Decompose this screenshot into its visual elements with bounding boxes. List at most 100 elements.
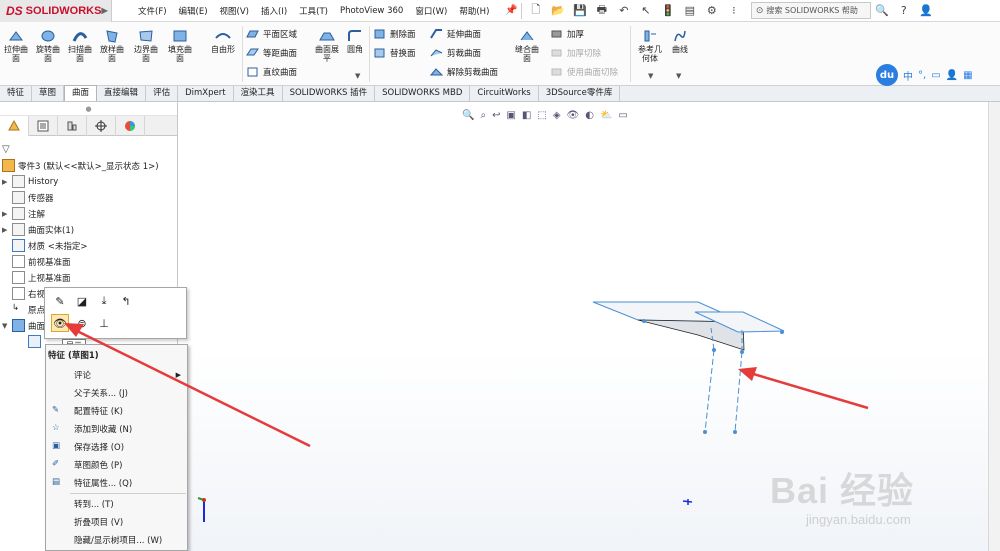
user-icon[interactable]: 👤 bbox=[946, 70, 958, 81]
menu-item-add-favorite[interactable]: ☆ 添加到收藏 (N) bbox=[46, 420, 187, 437]
expand-arrow-icon[interactable]: ▶ bbox=[2, 178, 12, 186]
tree-item-right-plane[interactable]: 右视 bbox=[2, 286, 45, 301]
lofted-surface-button[interactable]: 放样曲 面 bbox=[98, 28, 126, 63]
menu-view[interactable]: 视图(V) bbox=[214, 5, 255, 17]
tab-4[interactable]: 评估 bbox=[146, 86, 179, 101]
menu-insert[interactable]: 插入(I) bbox=[255, 5, 293, 17]
property-manager-tab[interactable] bbox=[29, 116, 58, 136]
tab-3[interactable]: 直接编辑 bbox=[97, 86, 147, 101]
tab-5[interactable]: DimXpert bbox=[178, 86, 234, 101]
logo-arrow-icon[interactable]: ▶ bbox=[101, 6, 107, 15]
menu-item-collapse-items[interactable]: 折叠项目 (V) bbox=[46, 513, 187, 530]
tree-item-front-plane[interactable]: 前视基准面 bbox=[2, 254, 71, 269]
tree-item-sketch1[interactable] bbox=[28, 334, 44, 349]
rollback-icon[interactable]: ↰ bbox=[117, 292, 135, 310]
tree-item-history[interactable]: ▶ History bbox=[2, 174, 58, 189]
chinese-mode-toggle[interactable]: 中 bbox=[903, 68, 913, 83]
edit-sketch-icon[interactable]: ✎ bbox=[51, 292, 69, 310]
boundary-surface-button[interactable]: 边界曲 面 bbox=[132, 28, 160, 63]
filter-icon[interactable]: ▽ bbox=[2, 144, 10, 155]
open-document-icon[interactable]: 📂 bbox=[549, 3, 567, 19]
new-document-icon[interactable]: 🗋 bbox=[527, 3, 545, 19]
tab-6[interactable]: 渲染工具 bbox=[234, 86, 283, 101]
sketch-point[interactable] bbox=[642, 319, 646, 323]
menu-edit[interactable]: 编辑(E) bbox=[173, 5, 214, 17]
select-icon[interactable]: ↖ bbox=[637, 3, 655, 19]
menu-item-comment[interactable]: 评论 ▶ bbox=[46, 366, 187, 383]
undo-icon[interactable]: ↶ bbox=[615, 3, 633, 19]
menu-help[interactable]: 帮助(H) bbox=[453, 5, 495, 17]
file-properties-icon[interactable]: ▤ bbox=[681, 3, 699, 19]
thicken-cut-button[interactable]: 加厚切除 bbox=[550, 47, 601, 59]
menu-file[interactable]: 文件(F) bbox=[132, 5, 173, 17]
tree-item-top-plane[interactable]: 上视基准面 bbox=[2, 270, 71, 285]
freeform-button[interactable]: 自由形 bbox=[205, 28, 241, 54]
extend-surface-button[interactable]: 延伸曲面 bbox=[430, 28, 481, 40]
tree-item-surface-bodies[interactable]: ▶ 曲面实体(1) bbox=[2, 222, 74, 237]
tree-item-material[interactable]: 材质 <未指定> bbox=[2, 238, 87, 253]
tree-item-origin[interactable]: ↳ 原点 bbox=[2, 302, 45, 317]
edit-feature-icon[interactable]: ◪ bbox=[73, 292, 91, 310]
menu-item-parent-child[interactable]: 父子关系... (J) bbox=[46, 384, 187, 401]
dimxpert-manager-tab[interactable] bbox=[87, 116, 116, 136]
help-search-input[interactable]: ⊙ 搜索 SOLIDWORKS 帮助 bbox=[750, 2, 871, 19]
graphics-area[interactable]: 🔍 ⌕ ↩ ▣ ◧ ⬚ ◈ 👁 ◐ ⛅ ▭ ◧ ▭ ⧉ ✕ bbox=[178, 102, 988, 551]
menu-photoview[interactable]: PhotoView 360 bbox=[334, 6, 409, 16]
sketch-point[interactable] bbox=[740, 350, 744, 354]
menu-item-hide-show-tree[interactable]: 隐藏/显示树项目... (W) bbox=[46, 531, 187, 548]
tab-8[interactable]: SOLIDWORKS MBD bbox=[375, 86, 471, 101]
tree-item-sensors[interactable]: 传感器 bbox=[2, 190, 54, 205]
tree-item-annotations[interactable]: ▶ 注解 bbox=[2, 206, 45, 221]
swept-surface-button[interactable]: 扫描曲 面 bbox=[66, 28, 94, 63]
panel-grip[interactable]: ● bbox=[0, 102, 177, 116]
menu-window[interactable]: 窗口(W) bbox=[409, 5, 453, 17]
more-options-icon[interactable]: ⁝ bbox=[725, 3, 743, 19]
chevron-down-icon[interactable]: ▼ bbox=[676, 72, 681, 80]
grid-icon[interactable]: ▦ bbox=[963, 70, 972, 81]
tree-item-surface-feature[interactable]: ▼ 曲面 bbox=[2, 318, 45, 333]
offset-surface-button[interactable]: 等距曲面 bbox=[246, 47, 297, 59]
menu-item-feature-properties[interactable]: ▤ 特征属性... (Q) bbox=[46, 474, 187, 491]
menu-tools[interactable]: 工具(T) bbox=[293, 5, 334, 17]
trim-surface-button[interactable]: 剪裁曲面 bbox=[430, 47, 481, 59]
filled-surface-button[interactable]: 填充曲 面 bbox=[166, 28, 194, 63]
reference-geometry-button[interactable]: 参考几 何体 bbox=[634, 28, 666, 63]
user-icon[interactable]: 👤 bbox=[917, 3, 935, 19]
tab-7[interactable]: SOLIDWORKS 插件 bbox=[283, 86, 376, 101]
replace-face-button[interactable]: 替换面 bbox=[373, 47, 416, 59]
rebuild-icon[interactable]: 🚦 bbox=[659, 3, 677, 19]
isolate-icon[interactable]: ⊜ bbox=[73, 314, 91, 332]
untrim-surface-button[interactable]: 解除剪裁曲面 bbox=[430, 66, 498, 78]
delete-face-button[interactable]: 删除面 bbox=[373, 28, 416, 40]
sketch-point[interactable] bbox=[780, 330, 784, 334]
normal-to-icon[interactable]: ⤓ bbox=[95, 292, 113, 310]
menu-item-save-selection[interactable]: ▣ 保存选择 (O) bbox=[46, 438, 187, 455]
thicken-button[interactable]: 加厚 bbox=[550, 28, 584, 40]
tab-0[interactable]: 特征 bbox=[0, 86, 33, 101]
planar-surface-button[interactable]: 平面区域 bbox=[246, 28, 297, 40]
collapse-arrow-icon[interactable]: ▼ bbox=[2, 322, 12, 330]
vertical-scrollbar[interactable] bbox=[988, 102, 1000, 551]
surface-model[interactable] bbox=[592, 301, 785, 434]
tab-2[interactable]: 曲面 bbox=[64, 85, 98, 101]
knit-surface-button[interactable]: 缝合曲 面 bbox=[510, 28, 544, 63]
tab-1[interactable]: 草图 bbox=[32, 86, 65, 101]
punctuation-icon[interactable]: °, bbox=[918, 70, 926, 81]
extruded-surface-button[interactable]: 拉伸曲 面 bbox=[2, 28, 30, 63]
help-button[interactable]: ? bbox=[895, 3, 913, 19]
sketch-point[interactable] bbox=[703, 430, 707, 434]
menu-item-sketch-color[interactable]: ✐ 草图颜色 (P) bbox=[46, 456, 187, 473]
print-icon[interactable]: 🖶 bbox=[593, 3, 611, 19]
menu-item-go-to[interactable]: 转到... (T) bbox=[46, 495, 187, 512]
sketch-point[interactable] bbox=[733, 430, 737, 434]
expand-arrow-icon[interactable]: ▶ bbox=[2, 210, 12, 218]
select-other-icon[interactable]: ⊥ bbox=[95, 314, 113, 332]
revolved-surface-button[interactable]: 旋转曲 面 bbox=[34, 28, 62, 63]
sketch-point[interactable] bbox=[712, 348, 716, 352]
menu-item-configure-feature[interactable]: ✎ 配置特征 (K) bbox=[46, 402, 187, 419]
options-gear-icon[interactable]: ⚙ bbox=[703, 3, 721, 19]
feature-manager-tab[interactable] bbox=[0, 116, 29, 136]
keyboard-icon[interactable]: ▭ bbox=[931, 70, 940, 81]
pin-icon[interactable]: 📌 bbox=[505, 5, 517, 16]
surface-flatten-button[interactable]: 曲面展 平 bbox=[310, 28, 344, 63]
